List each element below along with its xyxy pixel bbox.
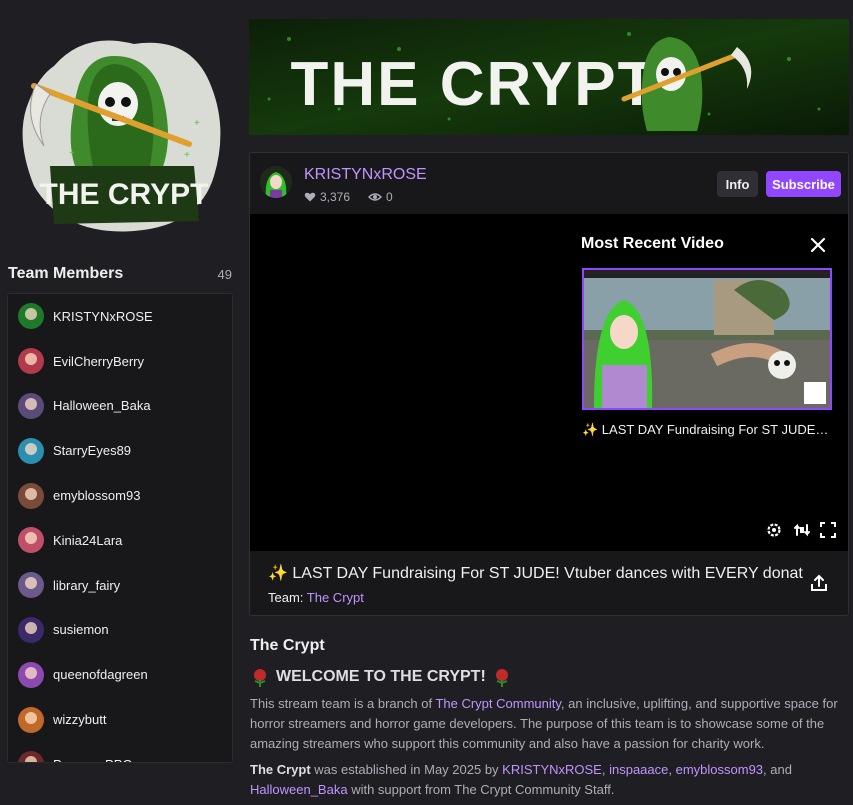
share-icon[interactable] (810, 574, 828, 592)
team-member-item[interactable]: queenofdagreen (8, 652, 232, 697)
about-paragraph-2: The Crypt was established in May 2025 by… (250, 762, 792, 797)
member-avatar (18, 392, 44, 419)
video-player[interactable]: Most Recent Video ✨ LAST DAY Fundraising… (250, 214, 848, 551)
member-avatar (18, 706, 44, 733)
svg-text:+: + (194, 118, 200, 129)
community-link[interactable]: The Crypt Community (435, 696, 560, 711)
member-avatar (18, 437, 44, 464)
member-name: EvilCherryBerry (53, 353, 145, 369)
close-icon[interactable] (809, 236, 827, 254)
fullscreen-icon[interactable] (819, 521, 837, 539)
members-list[interactable]: KRISTYNxROSE EvilCherryBerry Halloween_Bak… (7, 293, 233, 763)
member-avatar (18, 572, 44, 599)
member-name: KRISTYNxROSE (53, 308, 153, 324)
banner-title: THE CRYPT (290, 50, 657, 119)
founder-link-kristynxrose[interactable]: KRISTYNxROSE (502, 762, 602, 777)
recent-video-title: Most Recent Video (581, 235, 724, 252)
welcome-text: WELCOME TO THE CRYPT! (276, 668, 486, 685)
team-member-item[interactable]: StarryEyes89 (8, 428, 232, 473)
member-name: Halloween_Baka (53, 398, 151, 414)
founder-link-emyblossom93[interactable]: emyblossom93 (676, 762, 763, 777)
member-avatar (18, 482, 44, 509)
member-avatar (18, 303, 44, 330)
recent-video-caption[interactable]: ✨ LAST DAY Fundraising For ST JUDE! Vtub… (582, 422, 832, 438)
member-avatar (18, 661, 44, 688)
follower-count: 3,376 (320, 190, 351, 204)
about-title: The Crypt (250, 637, 325, 654)
subscribe-button[interactable]: Subscribe (766, 171, 841, 197)
member-name: queenofdagreen (53, 667, 148, 683)
about-paragraph-1: This stream team is a branch of The Cryp… (250, 696, 838, 751)
team-logo-text: THE CRYPT (40, 178, 209, 211)
channel-player-card: KRISTYNxROSE 3,376 0 Info Subscribe Most… (249, 152, 849, 616)
team-member-item[interactable]: susiemon (8, 608, 232, 653)
svg-text:+: + (184, 150, 190, 161)
svg-text:+: + (69, 148, 75, 159)
member-name: PanapooPPG (53, 757, 133, 762)
member-name: Kinia24Lara (53, 532, 123, 548)
heart-icon (304, 192, 316, 202)
team-member-item[interactable]: emyblossom93 (8, 473, 232, 518)
team-member-item[interactable]: Kinia24Lara (8, 518, 232, 563)
founder-link-halloween-baka[interactable]: Halloween_Baka (250, 782, 348, 797)
member-name: StarryEyes89 (53, 443, 132, 459)
team-member-item[interactable]: Halloween_Baka (8, 384, 232, 429)
team-banner: THE CRYPT (249, 19, 849, 135)
info-button[interactable]: Info (717, 171, 758, 197)
member-name: library_fairy (53, 577, 121, 593)
welcome-heading: WELCOME TO THE CRYPT! (250, 667, 512, 687)
team-link[interactable]: The Crypt (307, 590, 364, 605)
team-member-item[interactable]: library_fairy (8, 563, 232, 608)
channel-name[interactable]: KRISTYNxROSE (304, 166, 427, 184)
swap-icon[interactable] (793, 521, 811, 539)
member-avatar (18, 751, 44, 762)
founder-link-inspaaace[interactable]: inspaaace (609, 762, 668, 777)
viewer-count: 0 (386, 190, 393, 204)
channel-avatar[interactable] (260, 166, 292, 198)
member-name: wizzybutt (53, 712, 107, 728)
eye-icon (368, 193, 383, 201)
team-member-item[interactable]: PanapooPPG (8, 742, 232, 762)
team-label: Team: (268, 590, 304, 605)
team-member-item[interactable]: wizzybutt (8, 697, 232, 742)
stream-team-line: Team: The Crypt (268, 590, 364, 605)
members-count: 49 (217, 266, 232, 282)
recent-video-thumbnail[interactable] (582, 268, 832, 410)
team-logo: THE CRYPT + + + (14, 26, 226, 236)
settings-gear-icon[interactable] (765, 521, 783, 539)
channel-header: KRISTYNxROSE 3,376 0 Info Subscribe (250, 153, 848, 213)
rose-icon (495, 669, 508, 687)
stream-title[interactable]: ✨ LAST DAY Fundraising For ST JUDE! Vtub… (268, 563, 803, 583)
member-name: susiemon (53, 622, 109, 638)
member-avatar (18, 527, 44, 554)
team-member-item[interactable]: KRISTYNxROSE (8, 294, 232, 339)
member-avatar (18, 348, 44, 375)
member-name: emyblossom93 (53, 488, 141, 504)
channel-stats: 3,376 0 (304, 190, 393, 204)
members-header: Team Members 49 (8, 264, 232, 284)
rose-icon (254, 669, 266, 687)
team-member-item[interactable]: EvilCherryBerry (8, 339, 232, 384)
members-title: Team Members (8, 265, 124, 282)
member-avatar (18, 616, 44, 643)
